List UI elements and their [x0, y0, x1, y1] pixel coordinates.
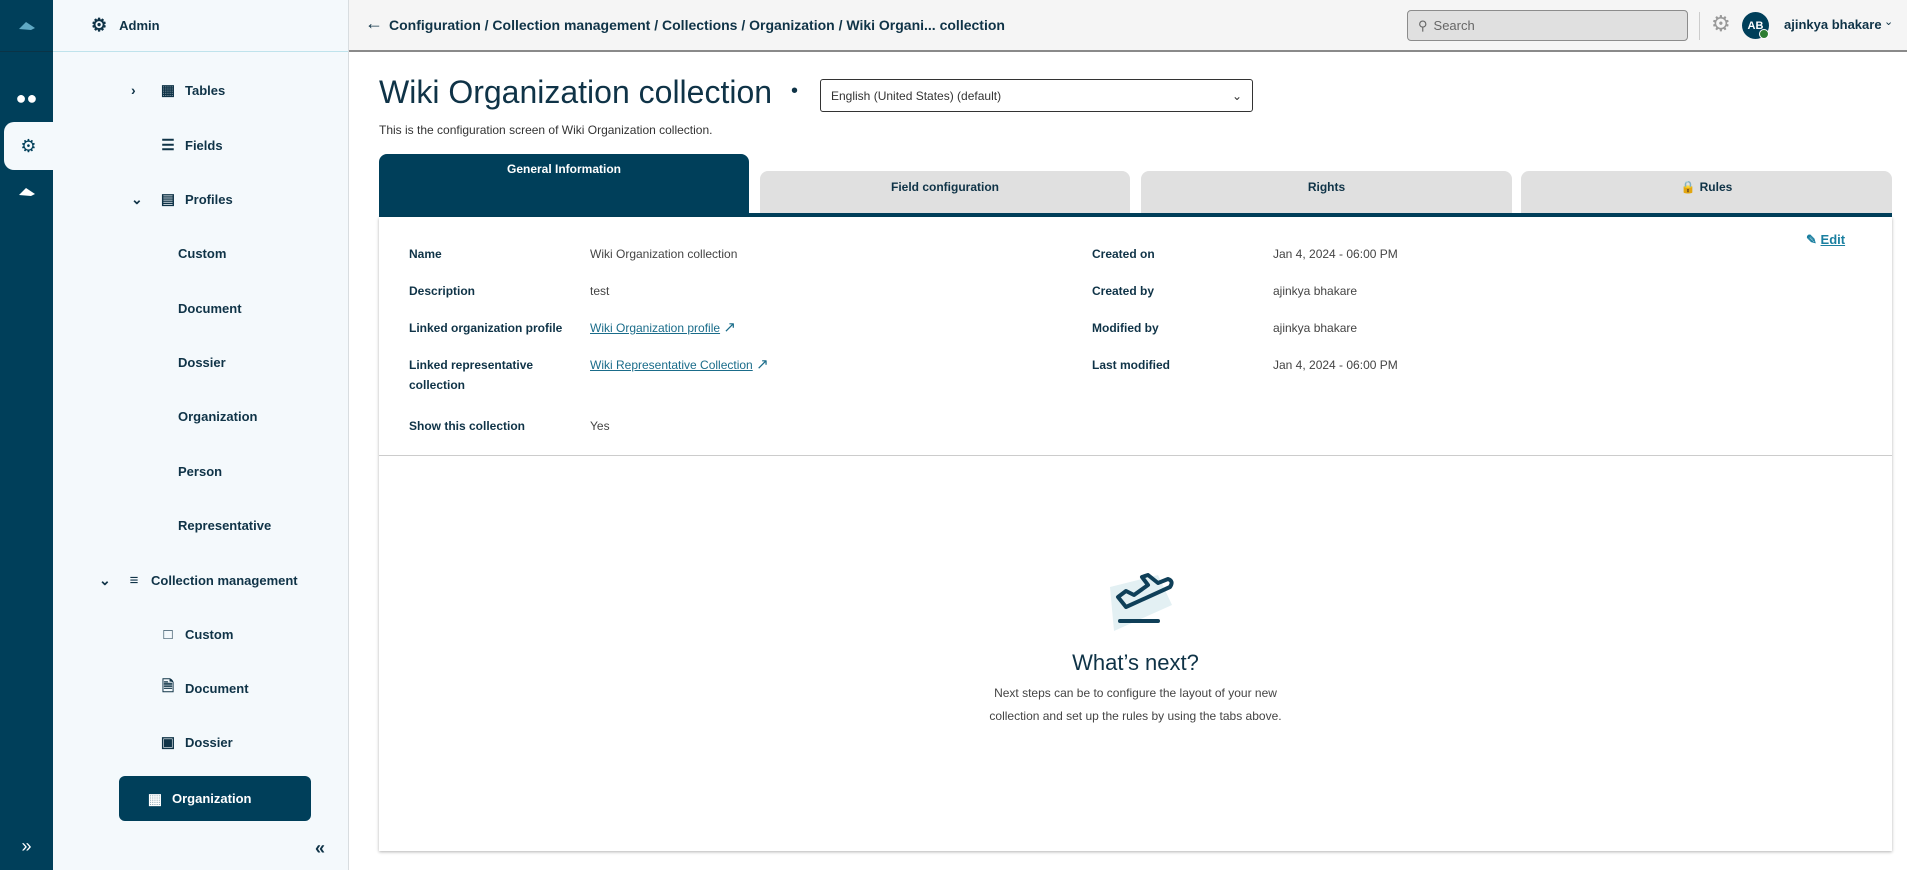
sidebar-item-profile-dossier[interactable]: Dossier [178, 352, 226, 372]
table-icon: ▦ [160, 82, 176, 99]
cloud-icon[interactable] [0, 168, 53, 216]
value-show-collection: Yes [590, 419, 610, 433]
sidebar-item-profile-document[interactable]: Document [178, 298, 242, 318]
admin-sidebar: ⚙ Admin › ▦ Tables ☰ Fields ⌄ ▤ Profiles Custo… [53, 0, 349, 870]
label-modified-by: Modified by [1092, 321, 1159, 335]
external-link-icon: ↗ [723, 319, 736, 336]
search-input[interactable]: ⚲ Search [1407, 10, 1688, 41]
divider [1699, 12, 1700, 40]
expand-rail-button[interactable]: » [0, 822, 53, 870]
sidebar-item-collection-dossier[interactable]: ▣ Dossier [157, 732, 233, 752]
page-subtitle: This is the configuration screen of Wiki… [379, 123, 713, 137]
label-last-modified: Last modified [1092, 358, 1171, 372]
general-information-panel: ✎ Edit Name Wiki Organization collection… [379, 217, 1892, 851]
document-icon: 🗎 [161, 677, 175, 695]
value-modified-by: ajinkya bhakare [1273, 321, 1358, 335]
collapse-sidebar-button[interactable]: « [315, 838, 325, 858]
title-dot: • [791, 80, 799, 102]
label-name: Name [409, 247, 442, 261]
sidebar-title: Admin [119, 18, 160, 33]
sidebar-item-profile-person[interactable]: Person [178, 461, 222, 481]
sidebar-item-fields[interactable]: ☰ Fields [157, 135, 222, 155]
chevron-down-icon: ⌄ [99, 571, 111, 588]
gear-icon[interactable]: ⚙ [4, 122, 53, 170]
building-icon: ▦ [147, 790, 163, 808]
value-created-by: ajinkya bhakare [1273, 284, 1358, 298]
online-status-icon [1759, 29, 1769, 39]
label-created-on: Created on [1092, 247, 1155, 261]
profiles-icon: ▤ [160, 191, 176, 208]
tab-general-information[interactable]: General Information [379, 154, 749, 213]
sidebar-item-collection-management[interactable]: ⌄ ≡ Collection management [99, 570, 298, 590]
link-representative-collection[interactable]: Wiki Representative Collection ↗ [590, 355, 769, 375]
chevron-down-icon: ⌄ [1231, 88, 1242, 103]
search-icon: ⚲ [1418, 17, 1428, 33]
sidebar-item-collection-document[interactable]: 🗎 Document [157, 678, 249, 698]
value-description: test [590, 284, 610, 298]
chevron-right-icon: › [131, 82, 136, 98]
whats-next-line-1: Next steps can be to configure the layou… [994, 686, 1277, 700]
language-select[interactable]: English (United States) (default) ⌄ [820, 79, 1253, 112]
label-show-collection: Show this collection [409, 419, 526, 433]
whats-next-line-2: collection and set up the rules by using… [989, 709, 1282, 723]
whats-next-title: What’s next? [1072, 650, 1199, 675]
gear-icon: ⚙ [91, 15, 108, 35]
settings-gear-icon[interactable]: ⚙ [1711, 11, 1731, 37]
user-name[interactable]: ajinkya bhakare [1784, 17, 1882, 32]
section-divider [379, 455, 1892, 456]
top-bar: ← Configuration / Collection management … [349, 0, 1907, 52]
breadcrumb[interactable]: Configuration / Collection management / … [389, 17, 1005, 33]
value-last-modified: Jan 4, 2024 - 06:00 PM [1273, 358, 1398, 372]
label-created-by: Created by [1092, 284, 1155, 298]
link-organization-profile[interactable]: Wiki Organization profile ↗ [590, 318, 736, 338]
pencil-icon: ✎ [1806, 232, 1817, 247]
page-title: Wiki Organization collection [379, 74, 773, 110]
value-name: Wiki Organization collection [590, 247, 738, 261]
back-arrow-icon[interactable]: ← [365, 13, 383, 34]
chevron-down-icon: ⌄ [131, 190, 143, 207]
sidebar-header: ⚙ Admin [53, 0, 348, 52]
tab-field-configuration[interactable]: Field configuration [760, 171, 1130, 213]
whats-next-empty-state: What’s next? Next steps can be to config… [379, 567, 1892, 728]
fields-icon: ☰ [161, 137, 175, 154]
sidebar-item-profile-custom[interactable]: Custom [178, 243, 226, 263]
sidebar-item-tables[interactable]: › ▦ Tables [131, 80, 225, 100]
briefcase-icon: ▣ [160, 734, 176, 751]
label-linked-representative-collection: Linked representative collection [409, 358, 534, 392]
sidebar-item-profile-organization[interactable]: Organization [178, 406, 257, 426]
external-link-icon: ↗ [756, 356, 769, 373]
value-created-on: Jan 4, 2024 - 06:00 PM [1273, 247, 1398, 261]
tab-rules[interactable]: 🔒 Rules [1521, 171, 1892, 213]
sidebar-item-collection-custom[interactable]: □ Custom [157, 624, 233, 644]
tab-rights[interactable]: Rights [1141, 171, 1512, 213]
label-description: Description [409, 284, 476, 298]
sidebar-item-profiles[interactable]: ⌄ ▤ Profiles [131, 189, 233, 209]
layers-icon: ≡ [129, 571, 139, 589]
chevron-down-icon[interactable]: ⌄ [1884, 15, 1893, 28]
airplane-takeoff-icon [1109, 573, 1174, 631]
users-icon[interactable]: ●● [0, 74, 53, 122]
custom-icon: □ [163, 625, 173, 643]
sidebar-item-profile-representative[interactable]: Representative [178, 515, 271, 535]
label-linked-organization-profile: Linked organization profile [409, 321, 563, 335]
edit-button[interactable]: ✎ Edit [1806, 232, 1845, 248]
sidebar-item-collection-organization[interactable]: ▦ Organization [119, 776, 311, 821]
app-rail: ●● ⚙ » [0, 0, 53, 870]
logo-icon[interactable] [0, 0, 53, 52]
lock-icon: 🔒 [1680, 180, 1696, 194]
